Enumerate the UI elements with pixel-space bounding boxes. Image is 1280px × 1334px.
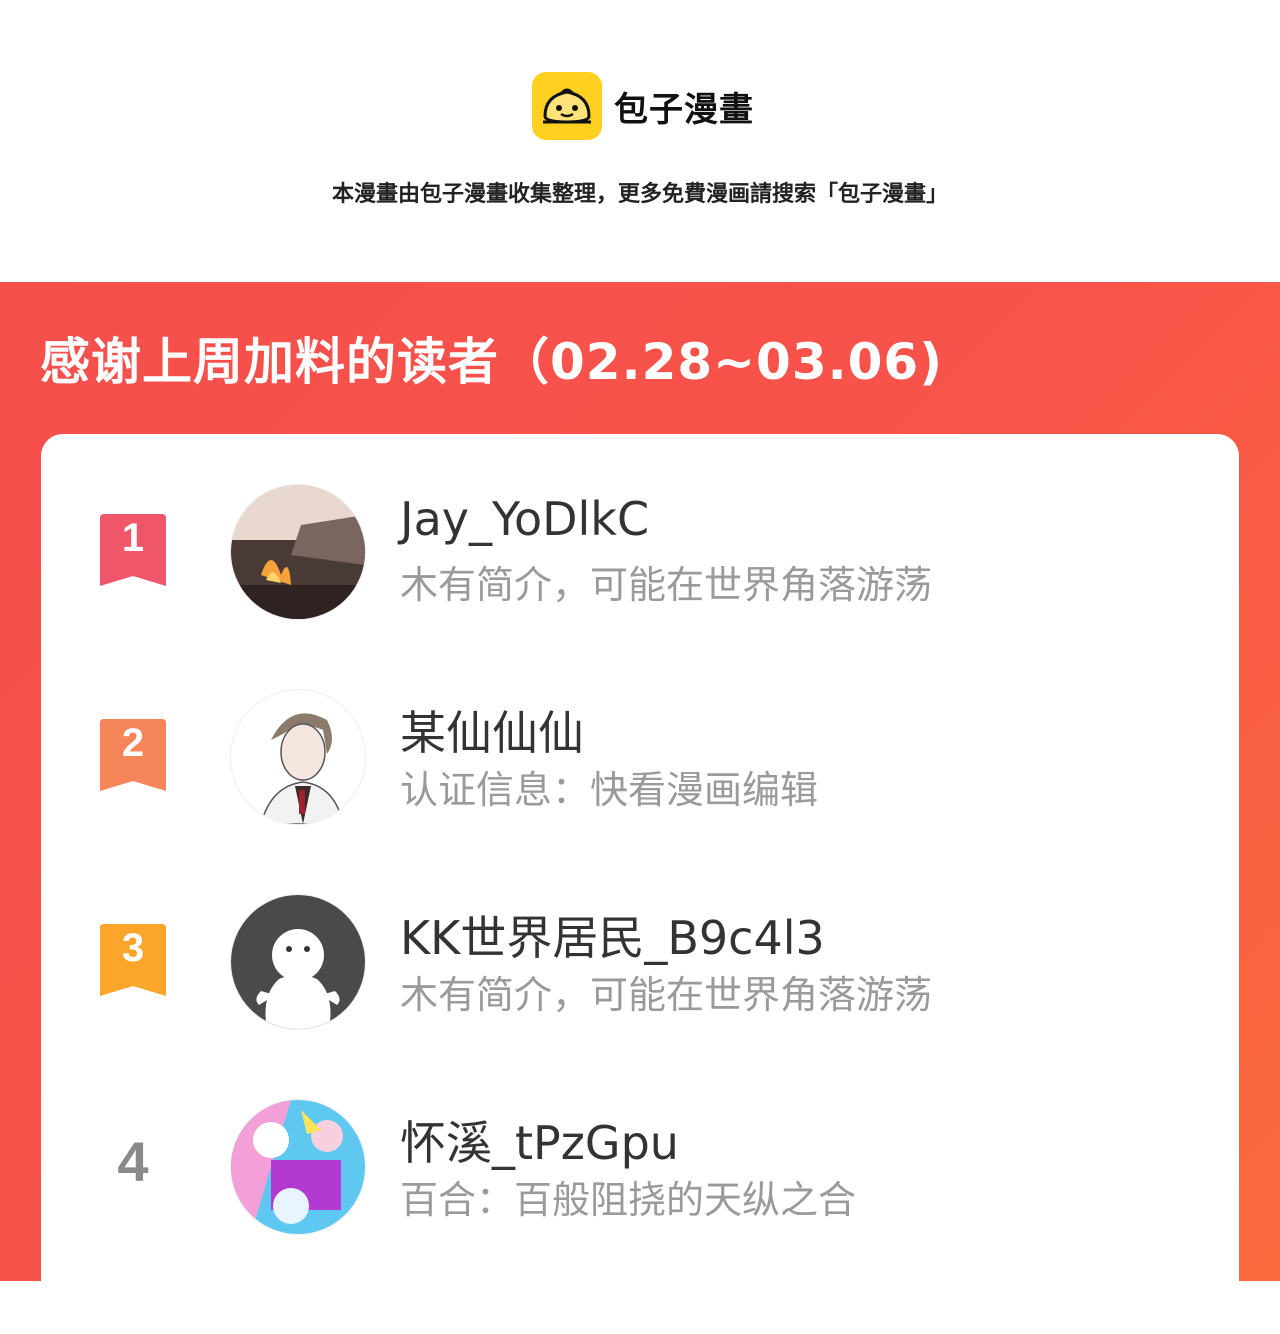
rank-number: 3 bbox=[121, 926, 145, 970]
reader-row-1[interactable]: 1 Jay_YoDlkC 木有简介，可能在世界角落游荡 bbox=[41, 474, 1239, 644]
reader-desc: 木有简介，可能在世界角落游荡 bbox=[400, 563, 933, 607]
reader-desc: 百合：百般阻挠的天纵之合 bbox=[400, 1178, 857, 1222]
reader-row-3[interactable]: 3 KK世界居民_B9c4l3 木有简介，可能在世界角落游荡 bbox=[41, 884, 1239, 1054]
illustrated-man-avatar[interactable] bbox=[230, 689, 366, 825]
brand-header: 包子漫畫 bbox=[532, 72, 754, 140]
reader-row-2[interactable]: 2 某仙仙仙 认证信息：快看漫画编辑 bbox=[41, 679, 1239, 849]
reader-name[interactable]: KK世界居民_B9c4l3 bbox=[400, 902, 825, 968]
rank-badge-3: 3 bbox=[98, 924, 168, 996]
tagline: 本漫畫由包子漫畫收集整理，更多免費漫画請搜索「包子漫畫」 bbox=[331, 182, 948, 207]
reader-desc: 认证信息：快看漫画编辑 bbox=[400, 768, 819, 812]
rank-badge-2: 2 bbox=[98, 719, 168, 791]
reader-name[interactable]: 怀溪_tPzGpu bbox=[400, 1107, 679, 1173]
rank-badge-1: 1 bbox=[98, 514, 168, 586]
reader-row-4[interactable]: 4 怀溪_tPzGpu 百合：百般阻挠的天纵之合 bbox=[41, 1089, 1239, 1259]
brand-name: 包子漫畫 bbox=[614, 89, 754, 130]
supporters-panel: 感谢上周加料的读者（02.28~03.06) 1 Jay_YoDlkC 木有简介… bbox=[0, 282, 1280, 1334]
baozi-logo-icon bbox=[532, 72, 602, 140]
campfire-photo-avatar[interactable] bbox=[230, 484, 366, 620]
reader-name[interactable]: 某仙仙仙 bbox=[400, 697, 584, 763]
panel-title: 感谢上周加料的读者（02.28~03.06) bbox=[40, 333, 944, 391]
reader-list-card: 1 Jay_YoDlkC 木有简介，可能在世界角落游荡 2 某仙仙仙 认证信息：… bbox=[41, 434, 1239, 1334]
rank-number: 2 bbox=[121, 721, 145, 765]
reader-name[interactable]: Jay_YoDlkC bbox=[400, 492, 649, 546]
default-ghost-avatar[interactable] bbox=[230, 894, 366, 1030]
rank-number: 1 bbox=[121, 516, 145, 560]
anime-characters-avatar[interactable] bbox=[230, 1099, 366, 1235]
reader-desc: 木有简介，可能在世界角落游荡 bbox=[400, 973, 933, 1017]
rank-number: 4 bbox=[117, 1130, 149, 1193]
